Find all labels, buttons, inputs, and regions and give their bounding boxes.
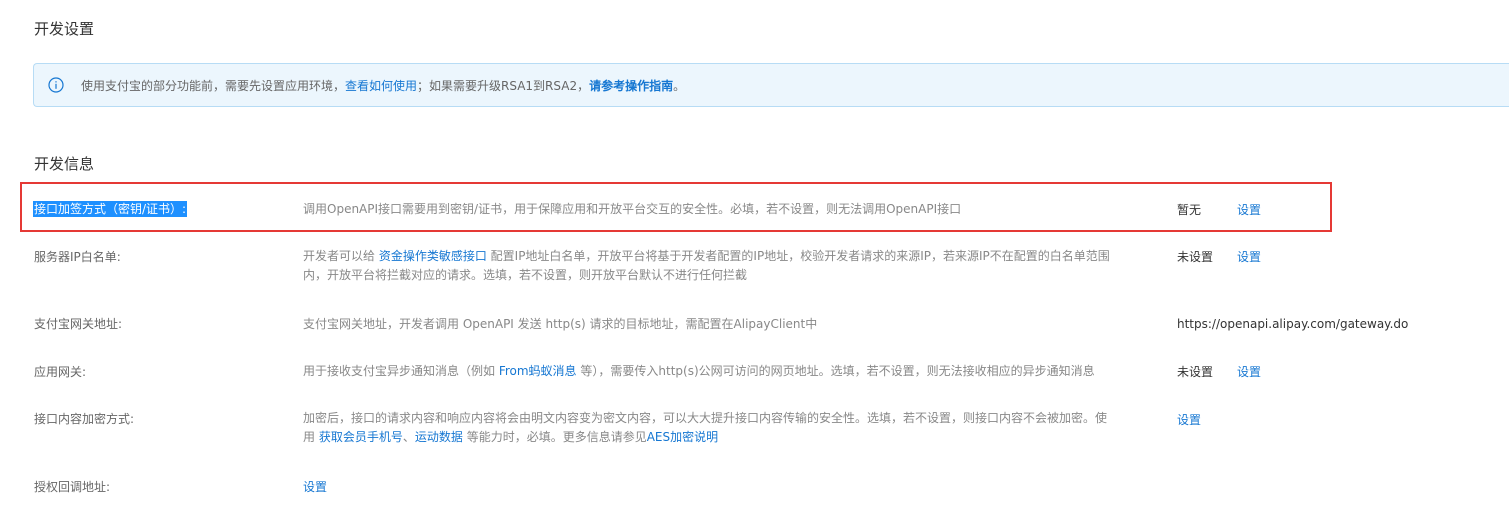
encryption-desc-middle: 等能力时，必填。更多信息请参见: [462, 430, 647, 444]
signing-method-status: 暂无: [1177, 203, 1202, 217]
alipay-gateway-desc: 支付宝网关地址，开发者调用 OpenAPI 发送 http(s) 请求的目标地址…: [303, 317, 818, 331]
auth-callback-set-button[interactable]: 设置: [303, 479, 327, 495]
dev-settings-title: 开发设置: [34, 20, 95, 38]
encryption-set-button[interactable]: 设置: [1177, 412, 1201, 428]
aes-doc-link[interactable]: AES加密说明: [647, 430, 718, 444]
dev-info-title: 开发信息: [34, 155, 95, 173]
ip-whitelist-label: 服务器IP白名单:: [34, 250, 121, 264]
app-gateway-set-button[interactable]: 设置: [1237, 364, 1261, 380]
notice-text-end: 。: [673, 79, 686, 93]
app-gateway-label: 应用网关:: [34, 365, 87, 379]
notice-text-before: 使用支付宝的部分功能前，需要先设置应用环境，: [81, 79, 346, 93]
sensitive-api-link[interactable]: 资金操作类敏感接口: [379, 249, 487, 263]
operation-guide-link[interactable]: 请参考操作指南: [589, 79, 673, 93]
dev-settings-page: 开发设置 使用支付宝的部分功能前，需要先设置应用环境，查看如何使用；如果需要升级…: [0, 0, 1509, 517]
how-to-use-link[interactable]: 查看如何使用: [345, 79, 417, 93]
encryption-desc: 加密后，接口的请求内容和响应内容将会由明文内容变为密文内容，可以大大提升接口内容…: [303, 409, 1113, 447]
notice-text-middle: ；如果需要升级RSA1到RSA2，: [417, 79, 590, 93]
signing-method-desc: 调用OpenAPI接口需要用到密钥/证书，用于保障应用和开放平台交互的安全性。必…: [303, 202, 962, 216]
alipay-gateway-value: https://openapi.alipay.com/gateway.do: [1177, 317, 1409, 331]
alipay-gateway-label: 支付宝网关地址:: [34, 317, 123, 331]
ip-whitelist-desc-before: 开发者可以给: [303, 249, 379, 263]
member-phone-link[interactable]: 获取会员手机号: [319, 430, 403, 444]
encryption-label: 接口内容加密方式:: [34, 412, 135, 426]
info-circle-icon: [48, 77, 64, 93]
signing-method-set-button[interactable]: 设置: [1237, 202, 1261, 218]
signing-method-label: 接口加签方式（密钥/证书）:: [33, 201, 188, 217]
app-gateway-desc-before: 用于接收支付宝异步通知消息（例如: [303, 364, 499, 378]
notice-banner: 使用支付宝的部分功能前，需要先设置应用环境，查看如何使用；如果需要升级RSA1到…: [33, 63, 1509, 107]
ip-whitelist-desc: 开发者可以给 资金操作类敏感接口 配置IP地址白名单，开放平台将基于开发者配置的…: [303, 247, 1113, 285]
app-gateway-desc-after: 等），需要传入http(s)公网可访问的网页地址。选填，若不设置，则无法接收相应…: [576, 364, 1095, 378]
ant-message-link[interactable]: From蚂蚁消息: [499, 364, 577, 378]
ip-whitelist-status: 未设置: [1177, 250, 1214, 264]
sport-data-link[interactable]: 运动数据: [415, 430, 463, 444]
app-gateway-desc: 用于接收支付宝异步通知消息（例如 From蚂蚁消息 等），需要传入http(s)…: [303, 362, 1113, 381]
notice-text: 使用支付宝的部分功能前，需要先设置应用环境，查看如何使用；如果需要升级RSA1到…: [81, 78, 685, 94]
encryption-desc-sep: 、: [402, 430, 415, 444]
ip-whitelist-set-button[interactable]: 设置: [1237, 249, 1261, 265]
app-gateway-status: 未设置: [1177, 365, 1214, 379]
auth-callback-label: 授权回调地址:: [34, 480, 111, 494]
